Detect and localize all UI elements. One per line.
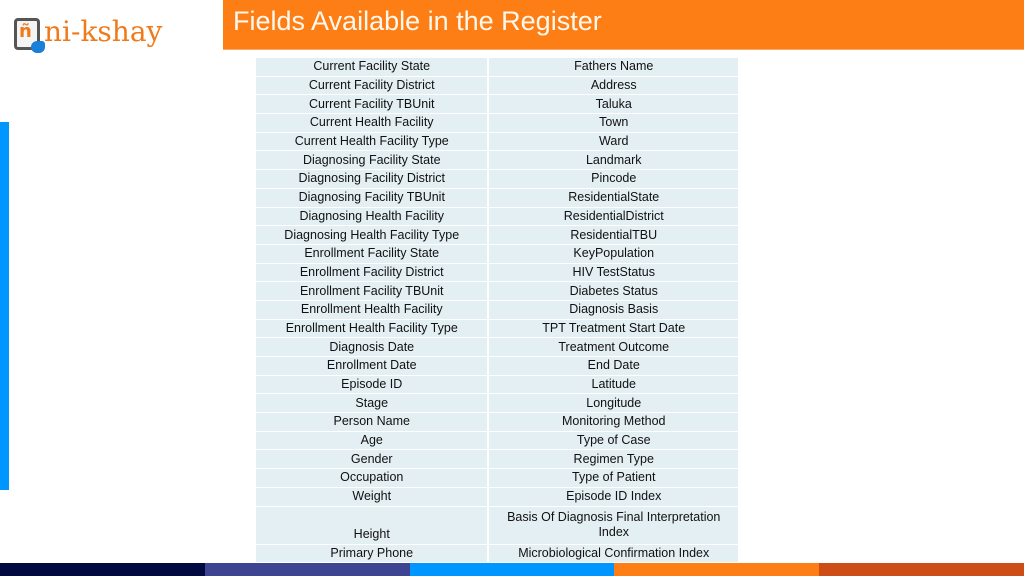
table-row: Enrollment Date End Date [256, 357, 738, 375]
logo-wordmark: ni-kshay [44, 15, 163, 48]
hand-pointer-icon [31, 41, 45, 53]
table-cell-left: Current Health Facility Type [256, 132, 488, 151]
table-row: Current Health Facility Town [256, 114, 738, 132]
table-cell-left: Diagnosing Facility District [256, 170, 488, 188]
table-cell-right: Landmark [489, 151, 738, 170]
table-cell-right: ResidentialTBU [489, 226, 738, 244]
footer-color-strip [0, 563, 1024, 576]
table-cell-left: Occupation [256, 469, 488, 487]
table-cell-left: Age [256, 431, 488, 450]
table-cell-left: Weight [256, 487, 488, 506]
table-cell-left: Height [256, 506, 488, 544]
table-cell-left: Person Name [256, 413, 488, 431]
table-row: Current Facility State Fathers Name [256, 58, 738, 76]
table-cell-left: Current Facility State [256, 58, 488, 76]
page-title: Fields Available in the Register [233, 6, 602, 36]
nikshay-logo: ñ ni-kshay [14, 12, 194, 56]
table-cell-right: End Date [489, 357, 738, 375]
table-cell-left: Stage [256, 394, 488, 413]
table-cell-left: Enrollment Health Facility Type [256, 319, 488, 338]
table-cell-right: Episode ID Index [489, 487, 738, 506]
table-cell-right: TPT Treatment Start Date [489, 319, 738, 338]
table-row: Enrollment Facility State KeyPopulation [256, 244, 738, 263]
table-row: Diagnosing Facility TBUnit ResidentialSta… [256, 188, 738, 207]
table-cell-left: Current Health Facility [256, 114, 488, 132]
left-accent-bar [0, 122, 9, 490]
table-cell-left: Diagnosing Health Facility [256, 207, 488, 226]
table-row: Diagnosing Facility District Pincode [256, 170, 738, 188]
footer-segment-2 [204, 563, 410, 576]
table-row: Diagnosis Date Treatment Outcome [256, 338, 738, 356]
table-row: Diagnosing Facility State Landmark [256, 151, 738, 170]
table-row: Person Name Monitoring Method [256, 413, 738, 431]
table-cell-right: Latitude [489, 375, 738, 394]
fields-table-body: Current Facility State Fathers Name Curren… [256, 58, 738, 563]
table-cell-left: Enrollment Facility State [256, 244, 488, 263]
table-cell-right: Basis Of Diagnosis Final Interpretation … [489, 506, 738, 544]
table-cell-left: Current Facility TBUnit [256, 95, 488, 114]
table-row: Stage Longitude [256, 394, 738, 413]
table-row: Occupation Type of Patient [256, 469, 738, 487]
footer-segment-3 [409, 563, 615, 576]
table-cell-right: KeyPopulation [489, 244, 738, 263]
table-cell-left: Diagnosing Facility TBUnit [256, 188, 488, 207]
table-cell-right: ResidentialState [489, 188, 738, 207]
table-row: Current Facility TBUnit Taluka [256, 95, 738, 114]
table-row: Current Health Facility Type Ward [256, 132, 738, 151]
fields-table: Current Facility State Fathers Name Curren… [254, 57, 740, 563]
table-cell-right: Diabetes Status [489, 282, 738, 300]
table-row: Primary Phone Microbiological Confirmatio… [256, 544, 738, 563]
table-cell-left: Diagnosing Facility State [256, 151, 488, 170]
fields-table-container: Current Facility State Fathers Name Curren… [256, 57, 742, 563]
table-cell-left: Episode ID [256, 375, 488, 394]
table-cell-right: Fathers Name [489, 58, 738, 76]
table-cell-left: Enrollment Facility District [256, 263, 488, 282]
table-cell-right: Microbiological Confirmation Index [489, 544, 738, 563]
table-cell-right: Town [489, 114, 738, 132]
table-cell-right: Monitoring Method [489, 413, 738, 431]
table-cell-right: Longitude [489, 394, 738, 413]
table-row: Weight Episode ID Index [256, 487, 738, 506]
table-row: Enrollment Health Facility Type TPT Treat… [256, 319, 738, 338]
table-row: Enrollment Facility TBUnit Diabetes Statu… [256, 282, 738, 300]
table-row: Diagnosing Health Facility Type Residenti… [256, 226, 738, 244]
table-cell-right: Regimen Type [489, 450, 738, 469]
table-cell-left: Gender [256, 450, 488, 469]
table-row: Gender Regimen Type [256, 450, 738, 469]
table-cell-left: Diagnosing Health Facility Type [256, 226, 488, 244]
footer-segment-1 [0, 563, 205, 576]
table-row: Enrollment Facility District HIV TestStat… [256, 263, 738, 282]
table-cell-right: Type of Case [489, 431, 738, 450]
table-cell-left: Primary Phone [256, 544, 488, 563]
footer-segment-5 [819, 563, 1024, 576]
table-cell-right: Ward [489, 132, 738, 151]
table-cell-right: ResidentialDistrict [489, 207, 738, 226]
footer-segment-4 [614, 563, 820, 576]
table-row: Episode ID Latitude [256, 375, 738, 394]
title-bar: Fields Available in the Register [223, 0, 1024, 50]
table-cell-right: Treatment Outcome [489, 338, 738, 356]
table-cell-right: Pincode [489, 170, 738, 188]
table-row: Diagnosing Health Facility ResidentialDis… [256, 207, 738, 226]
table-row: Height Basis Of Diagnosis Final Interpret… [256, 506, 738, 544]
table-row: Age Type of Case [256, 431, 738, 450]
tablet-touch-icon: ñ [14, 18, 45, 53]
table-cell-left: Enrollment Health Facility [256, 300, 488, 319]
table-cell-right: Address [489, 76, 738, 95]
table-cell-right: Diagnosis Basis [489, 300, 738, 319]
table-cell-left: Enrollment Date [256, 357, 488, 375]
table-row: Current Facility District Address [256, 76, 738, 95]
table-cell-right: HIV TestStatus [489, 263, 738, 282]
table-cell-left: Enrollment Facility TBUnit [256, 282, 488, 300]
logo-glyph: ñ [19, 21, 32, 42]
table-row: Enrollment Health Facility Diagnosis Basi… [256, 300, 738, 319]
table-cell-left: Current Facility District [256, 76, 488, 95]
table-cell-left: Diagnosis Date [256, 338, 488, 356]
table-cell-right: Taluka [489, 95, 738, 114]
table-cell-right: Type of Patient [489, 469, 738, 487]
